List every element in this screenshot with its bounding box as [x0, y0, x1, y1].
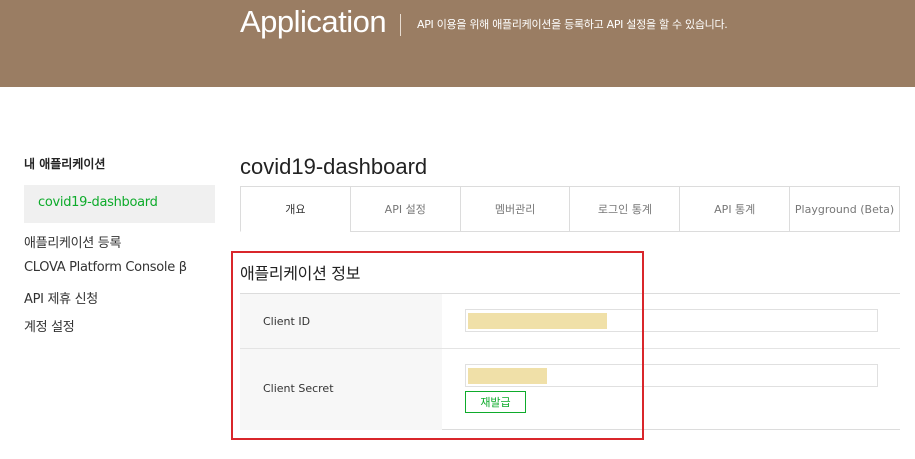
client-secret-masked-value [468, 368, 547, 384]
client-secret-field[interactable] [465, 364, 878, 387]
tab-api-settings[interactable]: API 설정 [349, 187, 460, 231]
application-name-heading: covid19-dashboard [240, 154, 428, 179]
section-title: 애플리케이션 정보 [240, 264, 361, 283]
tab-overview[interactable]: 개요 [240, 187, 350, 232]
header-divider [400, 14, 401, 36]
client-id-label-cell: Client ID [240, 294, 442, 348]
tab-playground[interactable]: Playground (Beta) [789, 187, 899, 231]
application-info-table: Client ID Client Secret 재발급 [240, 293, 900, 430]
page-header-banner: Application API 이용을 위해 애플리케이션을 등록하고 API … [0, 0, 915, 87]
page-title: Application [240, 4, 387, 39]
tab-bar: 개요 API 설정 멤버관리 로그인 통계 API 통계 Playground … [240, 186, 900, 232]
reissue-secret-button[interactable]: 재발급 [465, 391, 526, 413]
client-id-label: Client ID [263, 315, 311, 328]
sidebar-item-selected-app[interactable]: covid19-dashboard [24, 185, 215, 223]
sidebar-item-clova-console[interactable]: CLOVA Platform Console β [24, 260, 187, 275]
sidebar-item-label: covid19-dashboard [38, 195, 158, 210]
client-secret-label: Client Secret [263, 382, 334, 395]
client-secret-row: Client Secret 재발급 [240, 349, 900, 430]
sidebar-item-api-partnership[interactable]: API 제휴 신청 [24, 288, 98, 307]
client-id-masked-value [468, 313, 607, 329]
tab-api-stats[interactable]: API 통계 [679, 187, 790, 231]
client-id-field[interactable] [465, 309, 878, 332]
sidebar-item-register-app[interactable]: 애플리케이션 등록 [24, 232, 121, 251]
tab-login-stats[interactable]: 로그인 통계 [569, 187, 680, 231]
client-id-row: Client ID [240, 294, 900, 349]
page-description: API 이용을 위해 애플리케이션을 등록하고 API 설정을 할 수 있습니다… [417, 18, 728, 31]
sidebar-heading: 내 애플리케이션 [24, 157, 106, 171]
sidebar-item-account-settings[interactable]: 계정 설정 [24, 316, 75, 335]
client-secret-label-cell: Client Secret [240, 349, 442, 430]
tab-member-management[interactable]: 멤버관리 [459, 187, 570, 231]
